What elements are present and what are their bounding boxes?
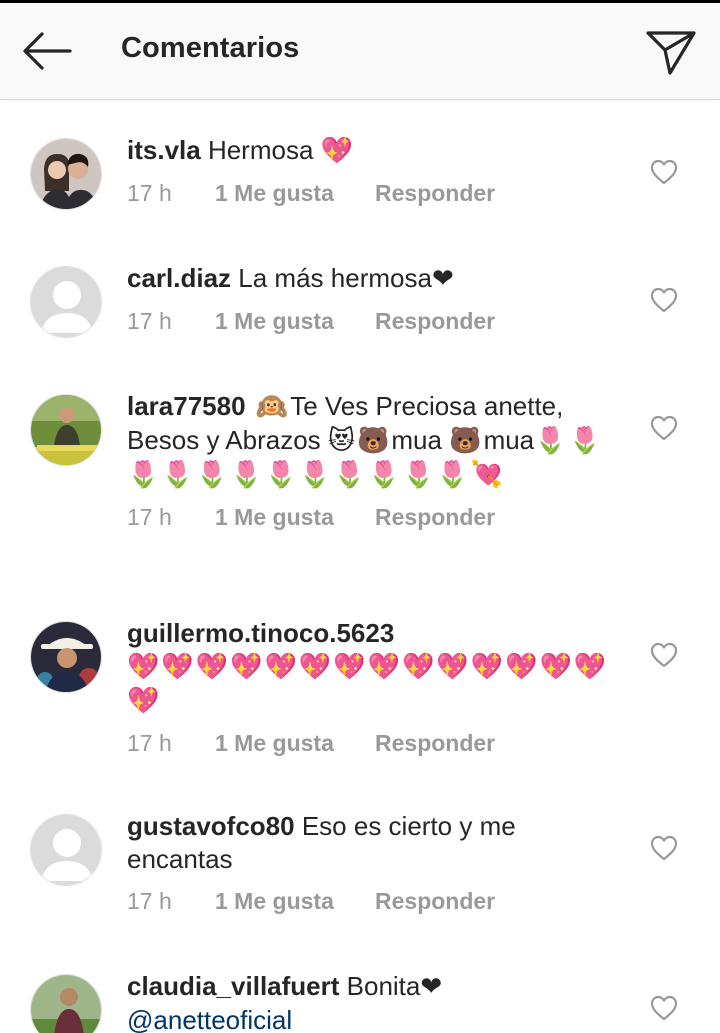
comment-meta: 17 h 1 Me gusta Responder [127,308,617,335]
reply-button[interactable]: Responder [375,888,495,914]
reply-button[interactable]: Responder [375,730,495,756]
comment-body: lara77580 🙉Te Ves Preciosa anette, Besos… [127,390,617,531]
avatar[interactable] [30,621,102,693]
avatar-photo [31,975,101,1033]
comment-username[interactable]: claudia_villafuert [127,971,339,1001]
comment-timestamp: 17 h [127,888,172,914]
comment-timestamp: 17 h [127,730,172,756]
comment-meta: 17 h 1 Me gusta Responder [127,888,617,915]
page-title: Comentarios [121,32,300,64]
comment-message: La más hermosa [231,263,432,293]
avatar[interactable] [30,266,102,338]
avatar[interactable] [30,974,102,1033]
avatar[interactable] [30,814,102,886]
comment-timestamp: 17 h [127,180,172,206]
comment-body: its.vla Hermosa 💖 17 h 1 Me gusta Responde… [127,134,617,207]
comment-message: mua [483,425,535,455]
comment-emoji: 😻🐻 [327,426,392,456]
reply-button[interactable]: Responder [375,180,495,206]
comment-message: mua [391,425,450,455]
comment-username[interactable]: guillermo.tinoco.5623 [127,618,394,648]
comment-likes-link[interactable]: 1 Me gusta [215,888,375,915]
comment-text: carl.diaz La más hermosa❤ [127,262,617,296]
heart-outline-icon[interactable] [650,642,678,668]
comment-emoji: 💖 [320,136,356,166]
comment-timestamp: 17 h [127,308,172,334]
comment-username[interactable]: gustavofco80 [127,811,295,841]
avatar-photo [31,395,101,465]
reply-button[interactable]: Responder [375,308,495,334]
comment-body: guillermo.tinoco.5623 💖💖💖💖💖💖💖💖💖💖💖💖💖💖💖 17 … [127,617,617,757]
comment-emoji: 💖💖💖💖💖💖💖💖💖💖💖💖💖💖💖 [127,652,609,716]
avatar-photo [31,139,101,209]
comment-emoji: ❤ [420,972,445,1002]
comment-meta: 17 h 1 Me gusta Responder [127,180,617,207]
avatar[interactable] [30,138,102,210]
reply-button[interactable]: Responder [375,504,495,530]
mention-link[interactable]: @anetteoficial [127,1005,292,1033]
default-avatar-icon [31,267,101,337]
paper-plane-icon[interactable] [643,27,699,77]
comment-text: lara77580 🙉Te Ves Preciosa anette, Besos… [127,390,617,492]
comment-username[interactable]: its.vla [127,135,201,165]
comment-body: carl.diaz La más hermosa❤ 17 h 1 Me gusta… [127,262,617,335]
comment-likes-link[interactable]: 1 Me gusta [215,730,375,757]
avatar-photo [31,622,101,692]
heart-outline-icon[interactable] [650,159,678,185]
comment-text: guillermo.tinoco.5623 💖💖💖💖💖💖💖💖💖💖💖💖💖💖💖 [127,617,617,718]
comment-meta: 17 h 1 Me gusta Responder [127,730,617,757]
comment-emoji: ❤ [431,264,456,294]
heart-outline-icon[interactable] [650,835,678,861]
comment-username[interactable]: lara77580 [127,391,246,421]
comment-emoji: 🐻 [449,426,484,456]
comment-text: gustavofco80 Eso es cierto y me encantas [127,810,617,876]
comment-likes-link[interactable]: 1 Me gusta [215,180,375,207]
comment-message: Hermosa [200,135,321,165]
comment-username[interactable]: carl.diaz [127,263,231,293]
comment-message: Bonita [339,971,421,1001]
comment-likes-link[interactable]: 1 Me gusta [215,308,375,335]
comment-body: gustavofco80 Eso es cierto y me encantas… [127,810,617,915]
comment-body: claudia_villafuert Bonita❤ @anetteoficial [127,970,617,1033]
heart-outline-icon[interactable] [650,287,678,313]
heart-outline-icon[interactable] [650,415,678,441]
comment-text: claudia_villafuert Bonita❤ @anetteoficial [127,970,617,1033]
comment-timestamp: 17 h [127,504,172,530]
default-avatar-icon [31,815,101,885]
top-app-bar: Comentarios [0,3,720,100]
heart-outline-icon[interactable] [650,995,678,1021]
comment-meta: 17 h 1 Me gusta Responder [127,504,617,531]
comment-likes-link[interactable]: 1 Me gusta [215,504,375,531]
comment-emoji: 🙉 [245,392,291,422]
comment-text: its.vla Hermosa 💖 [127,134,617,168]
back-arrow-icon[interactable] [20,29,74,73]
avatar[interactable] [30,394,102,466]
